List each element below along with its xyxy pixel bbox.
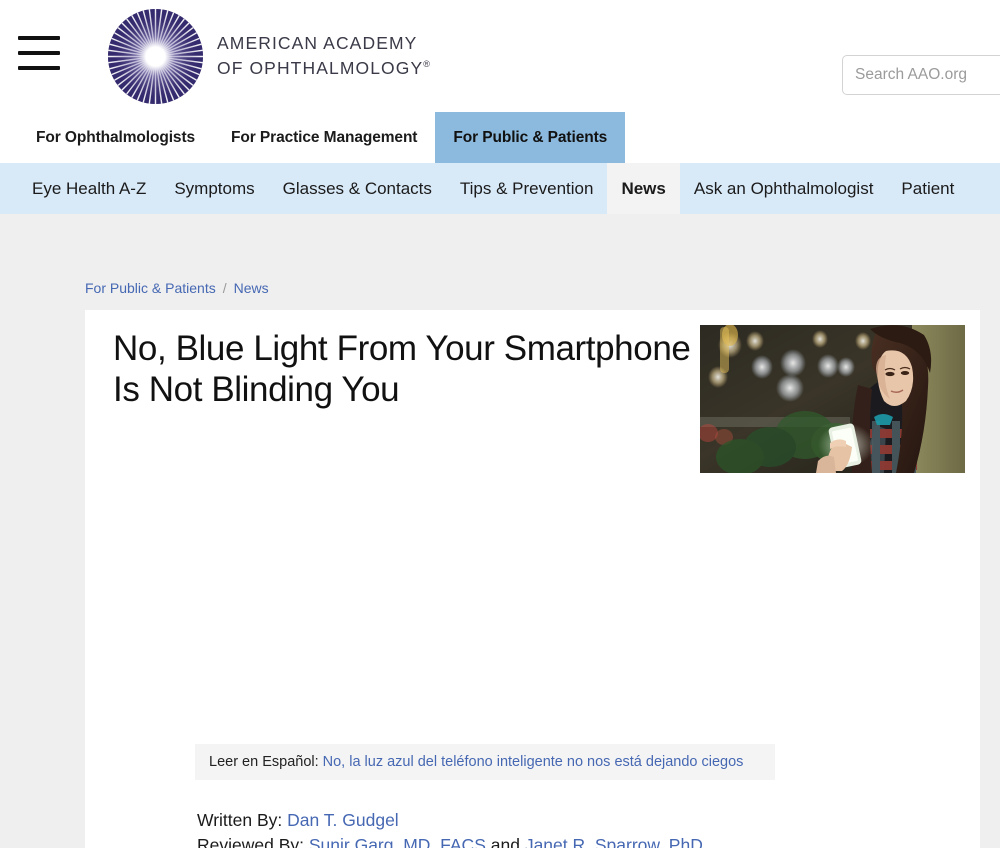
- primary-navigation: For Ophthalmologists For Practice Manage…: [0, 112, 1000, 163]
- reviewer-link-2[interactable]: Janet R. Sparrow, PhD: [525, 835, 703, 848]
- breadcrumb: For Public & Patients / News: [85, 280, 269, 296]
- page-root: AMERICAN ACADEMY OF OPHTHALMOLOGY® For O…: [0, 0, 1000, 848]
- article-byline: Written By: Dan T. Gudgel Reviewed By: S…: [197, 808, 957, 848]
- reviewed-by-label: Reviewed By:: [197, 834, 304, 848]
- secondary-nav-items: Eye Health A-Z Symptoms Glasses & Contac…: [18, 163, 968, 214]
- byline-written-by: Written By: Dan T. Gudgel: [197, 808, 957, 833]
- article-header: No, Blue Light From Your Smartphone Is N…: [85, 310, 980, 473]
- written-by-label: Written By:: [197, 810, 283, 830]
- spanish-translation-bar: Leer en Español: No, la luz azul del tel…: [195, 744, 775, 780]
- breadcrumb-separator: /: [222, 280, 227, 296]
- primary-nav-tabs: For Ophthalmologists For Practice Manage…: [18, 112, 626, 163]
- article-hero-image: [700, 325, 965, 473]
- spanish-article-link[interactable]: No, la luz azul del teléfono inteligente…: [323, 754, 744, 770]
- article-card: No, Blue Light From Your Smartphone Is N…: [85, 310, 980, 848]
- primary-tab-for-ophthalmologists[interactable]: For Ophthalmologists: [18, 112, 213, 163]
- site-logo[interactable]: AMERICAN ACADEMY OF OPHTHALMOLOGY®: [108, 6, 430, 106]
- secondary-tab-ask-an-ophthalmologist[interactable]: Ask an Ophthalmologist: [680, 163, 888, 214]
- registered-trademark-icon: ®: [423, 59, 430, 70]
- hamburger-menu-icon[interactable]: [18, 36, 60, 70]
- hamburger-bar: [18, 66, 60, 70]
- search-container: [842, 55, 1000, 95]
- reviewer-conjunction: and: [490, 834, 520, 848]
- primary-tab-for-practice-management[interactable]: For Practice Management: [213, 112, 435, 163]
- site-masthead: AMERICAN ACADEMY OF OPHTHALMOLOGY®: [0, 0, 1000, 112]
- breadcrumb-link-parent[interactable]: For Public & Patients: [85, 280, 216, 296]
- secondary-tab-eye-health-a-z[interactable]: Eye Health A-Z: [18, 163, 160, 214]
- logo-wordmark-line2: OF OPHTHALMOLOGY®: [217, 58, 430, 78]
- primary-tab-for-public-and-patients[interactable]: For Public & Patients: [435, 112, 626, 163]
- secondary-tab-news[interactable]: News: [607, 163, 680, 214]
- reviewer-link-1[interactable]: Sunir Garg, MD, FACS: [309, 835, 486, 848]
- spanish-label: Leer en Español:: [209, 754, 319, 770]
- secondary-tab-tips-and-prevention[interactable]: Tips & Prevention: [446, 163, 608, 214]
- aao-sunburst-logo-icon: [108, 8, 203, 104]
- page-title: No, Blue Light From Your Smartphone Is N…: [113, 329, 691, 410]
- content-area: For Public & Patients / News No, Blue Ligh…: [0, 214, 1000, 848]
- logo-wordmark-line1: AMERICAN ACADEMY: [217, 33, 418, 54]
- hamburger-bar: [18, 51, 60, 55]
- search-input[interactable]: [842, 55, 1000, 95]
- byline-reviewed-by: Reviewed By: Sunir Garg, MD, FACS and Ja…: [197, 833, 957, 848]
- secondary-tab-symptoms[interactable]: Symptoms: [160, 163, 268, 214]
- logo-wordmark: AMERICAN ACADEMY OF OPHTHALMOLOGY®: [217, 31, 430, 81]
- secondary-tab-patient[interactable]: Patient: [887, 163, 968, 214]
- secondary-navigation: Eye Health A-Z Symptoms Glasses & Contac…: [0, 163, 1000, 214]
- breadcrumb-link-current[interactable]: News: [234, 280, 269, 296]
- secondary-tab-glasses-and-contacts[interactable]: Glasses & Contacts: [269, 163, 446, 214]
- author-link[interactable]: Dan T. Gudgel: [287, 810, 399, 830]
- hamburger-bar: [18, 36, 60, 40]
